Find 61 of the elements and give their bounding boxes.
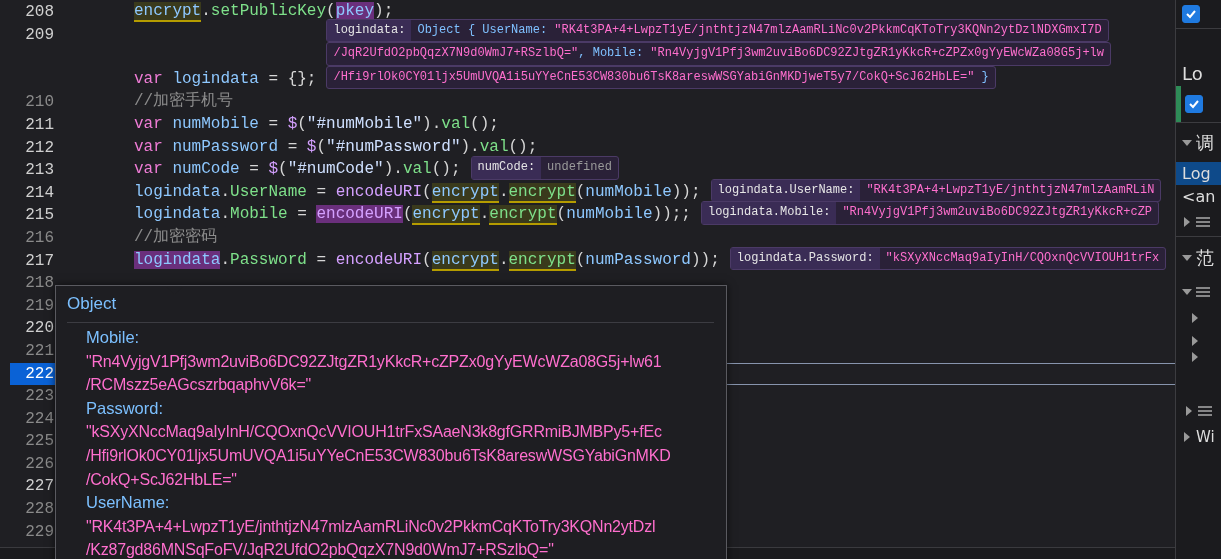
- line-number[interactable]: 217: [10, 249, 60, 273]
- line-number[interactable]: 216: [10, 226, 60, 250]
- property-key: Mobile:: [86, 326, 714, 350]
- inline-value[interactable]: numCode: undefined: [470, 156, 619, 180]
- expand-arrow-icon[interactable]: [1182, 287, 1192, 297]
- checkbox[interactable]: [1185, 95, 1203, 113]
- panel-label: Lo: [1182, 63, 1203, 84]
- line-number[interactable]: 213: [10, 159, 60, 182]
- inline-value[interactable]: logindata: Object { UserName: "RK4t3PA+4+LwpzT1yE/jnthtjzN47mlzAamRLiNc0v2PkkmCqKToTry3KQNn2ytDzlNDXGmxI7D: [326, 18, 1109, 43]
- section-header[interactable]: 范: [1196, 245, 1214, 270]
- property-value: /Hfi9rlOk0CY01ljx5UmUVQA1i5uYYeCnE53CW830bu6TsK8areswWSGYabiGnMKD: [86, 445, 672, 466]
- expand-arrow-icon[interactable]: [1182, 217, 1192, 227]
- code-line: logindata.Password = encodeURI(encrypt.encrypt(numPassword));: [134, 249, 720, 272]
- line-number[interactable]: 210: [10, 91, 60, 114]
- expand-arrow-icon[interactable]: [1190, 335, 1200, 346]
- accent-bar: [1176, 86, 1181, 122]
- property-key: UserName:: [86, 491, 714, 515]
- property-value: "Rn4VyjgV1Pfj3wm2uviBo6DC92ZJtgZR1yKkcR+cZPZx0gYyEWcWZa08G5j+lw61: [86, 351, 663, 372]
- section-header[interactable]: 调: [1196, 130, 1214, 155]
- code-line: var logindata = {};: [134, 68, 317, 90]
- list-row[interactable]: <an: [1176, 185, 1221, 208]
- line-number[interactable]: 211: [10, 114, 60, 137]
- property-value: /CokQ+ScJ62HbLE=": [86, 469, 238, 490]
- list-icon: [1198, 405, 1212, 417]
- expand-arrow-icon[interactable]: [1184, 406, 1194, 416]
- inline-value[interactable]: /JqR2UfdO2pbQqzX7N9d0WmJ7+RSzlbQ=", Mobile: "Rn4VyjgV1Pfj3wm2uviBo6DC92ZJtgZR1yKkcR+cZPZx0gYyEWcWZa08G5j+lw: [326, 42, 1111, 66]
- inline-value[interactable]: logindata.Password: "kSXyXNccMaq9aIyInH/CQOxnQcVVIOUH1trFx: [729, 246, 1167, 271]
- inline-value[interactable]: logindata.Mobile: "Rn4VyjgV1Pfj3wm2uviBo6DC92ZJtgZR1yKkcR+cZP: [700, 201, 1160, 225]
- expand-arrow-icon[interactable]: [1190, 352, 1200, 362]
- expand-arrow-icon[interactable]: [1182, 252, 1192, 263]
- code-line: logindata.Mobile = encodeURI(encrypt.encrypt(numMobile));;: [134, 204, 691, 226]
- expand-arrow-icon[interactable]: [1190, 312, 1200, 323]
- code-line: var numPassword = $("#numPassword").val();: [134, 136, 538, 158]
- property-value: "RK4t3PA+4+LwpzT1yE/jnthtjzN47mlzAamRLiNc0v2PkkmCqKToTry3KQNn2ytDzl: [86, 516, 657, 537]
- checkbox[interactable]: [1182, 5, 1200, 23]
- line-number[interactable]: 209: [10, 23, 60, 47]
- expand-arrow-icon[interactable]: [1182, 137, 1192, 148]
- code-line: var numMobile = $("#numMobile").val();: [134, 114, 499, 135]
- line-number[interactable]: 218: [10, 272, 60, 295]
- code-line: //加密手机号: [134, 90, 234, 113]
- check-icon: [1185, 8, 1197, 20]
- list-row[interactable]: Log: [1176, 162, 1221, 185]
- code-line: //加密密码: [134, 226, 218, 248]
- property-key: Password:: [86, 396, 714, 421]
- line-number[interactable]: 214: [10, 181, 60, 205]
- expand-arrow-icon[interactable]: [1182, 431, 1192, 442]
- inline-value[interactable]: logindata.UserName: "RK4t3PA+4+LwpzT1yE/jnthtjzN47mlzAamRLiN: [710, 178, 1162, 203]
- line-number[interactable]: 208: [10, 1, 60, 24]
- tree-label[interactable]: Wi: [1196, 427, 1215, 446]
- line-number[interactable]: 215: [10, 204, 60, 227]
- popup-title: Object: [67, 292, 714, 323]
- property-value: /RCMszz5eAGcszrbqaphvV6k=": [86, 375, 312, 396]
- property-value: /Kz87gd86MNSqFoFV/JqR2UfdO2pbQqzX7N9d0WmJ7+RSzlbQ=": [86, 540, 555, 559]
- check-icon: [1188, 98, 1200, 110]
- code-line: var numCode = $("#numCode").val();: [134, 159, 461, 181]
- list-icon: [1196, 286, 1210, 298]
- property-value: "kSXyXNccMaq9aIyInH/CQOxnQcVVIOUH1trFxSAaeN3k8gfGRRmiBJMBPy5+fEc: [86, 422, 663, 443]
- code-line: logindata.UserName = encodeURI(encrypt.encrypt(numMobile));: [134, 181, 701, 204]
- inline-value[interactable]: /Hfi9rlOk0CY01ljx5UmUVQA1i5uYYeCnE53CW830bu6TsK8areswWSGYabiGnMKDjweT5y7/CokQ+ScJ62HbLE=" }: [326, 65, 996, 90]
- list-icon: [1196, 216, 1210, 228]
- line-number[interactable]: 212: [10, 136, 60, 160]
